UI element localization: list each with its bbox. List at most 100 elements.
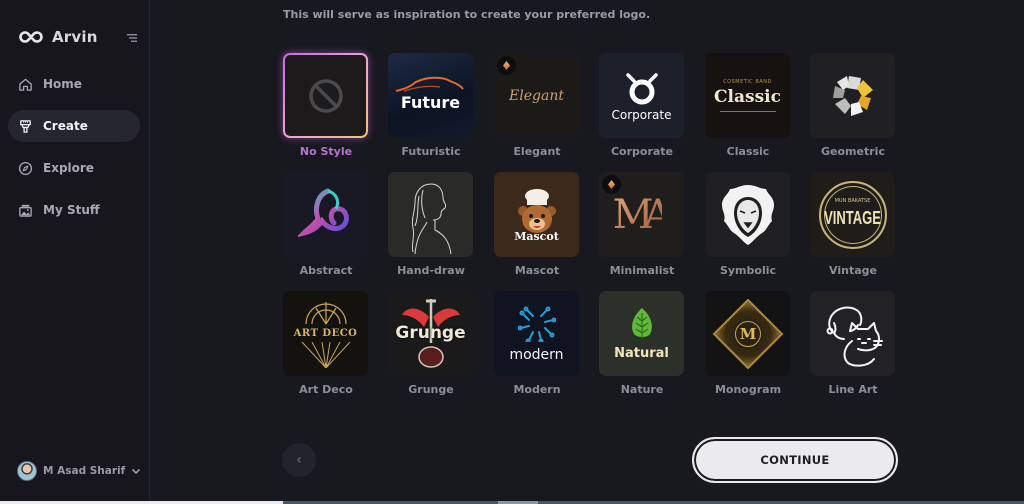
dog-cat-line-icon: [826, 306, 883, 367]
sidebar-item-my-stuff[interactable]: My Stuff: [8, 194, 140, 226]
style-option-classic[interactable]: COSMETIC BAND Classic Classic: [705, 53, 791, 158]
style-label: Futuristic: [401, 145, 461, 158]
style-label: Line Art: [828, 383, 878, 396]
style-preview: [810, 53, 895, 138]
page-subtitle: This will serve as inspiration to create…: [283, 8, 651, 21]
leaf-icon: [631, 308, 652, 339]
style-option-line-art[interactable]: Line Art: [810, 291, 896, 396]
style-label: Elegant: [513, 145, 561, 158]
main-content: This will serve as inspiration to create…: [151, 0, 1024, 504]
style-label: Vintage: [829, 264, 877, 277]
style-option-art-deco[interactable]: ART DECO Art Deco: [283, 291, 369, 396]
style-preview: [388, 172, 473, 257]
app-name: Arvin: [52, 28, 98, 46]
avatar: [17, 461, 37, 481]
car-outline-icon: [395, 76, 464, 92]
style-preview-text: Grunge: [395, 323, 466, 343]
sidebar-item-create[interactable]: Create: [8, 110, 140, 142]
continue-button[interactable]: CONTINUE: [692, 437, 898, 483]
image-folder-icon: [19, 204, 32, 217]
style-preview: [705, 172, 790, 257]
style-preview: Corporate: [599, 53, 684, 138]
circuit-ring-icon: [517, 306, 556, 342]
geometric-flower-icon: [832, 75, 873, 116]
abstract-swirl-icon: [297, 188, 349, 237]
style-preview-subtext: MUN BAKATSE: [834, 198, 871, 204]
ring-logo-icon: [625, 72, 658, 104]
ornament-divider: [719, 111, 776, 112]
back-button[interactable]: ‹: [282, 443, 316, 477]
style-preview: Elegant: [494, 53, 579, 138]
style-option-nature[interactable]: Natural Nature: [599, 291, 685, 396]
style-option-elegant[interactable]: Elegant Elegant: [494, 53, 580, 158]
style-label: Modern: [513, 383, 561, 396]
style-preview: modern: [494, 291, 579, 376]
chevron-left-icon: ‹: [296, 452, 302, 468]
app-root: Arvin Home Create Explore My Stuff M Asa…: [0, 0, 1024, 504]
style-preview: COSMETIC BAND Classic: [705, 53, 790, 138]
vintage-badge: MUN BAKATSE VINTAGE: [818, 180, 887, 249]
sidebar-item-home[interactable]: Home: [8, 68, 140, 100]
style-preview-text: Classic: [714, 87, 781, 107]
style-option-geometric[interactable]: Geometric: [810, 53, 896, 158]
brush-icon: [20, 119, 31, 133]
style-preview-text: modern: [509, 346, 564, 363]
style-label: Geometric: [821, 145, 885, 158]
style-preview: ART DECO: [283, 291, 368, 376]
style-label: Grunge: [408, 383, 454, 396]
style-preview-text: M: [739, 324, 756, 343]
style-preview-subtext: COSMETIC BAND: [723, 79, 772, 85]
style-preview-text: VINTAGE: [824, 207, 881, 228]
line-portrait-icon: [411, 183, 451, 254]
style-label: Symbolic: [719, 264, 777, 277]
style-preview-text: Corporate: [611, 107, 672, 122]
sidebar-item-label: My Stuff: [43, 203, 100, 217]
style-option-futuristic[interactable]: Future Futuristic: [388, 53, 474, 158]
style-option-abstract[interactable]: Abstract: [283, 172, 369, 277]
art-deco-rays-icon: [301, 341, 350, 368]
style-label: Classic: [726, 145, 770, 158]
sidebar-collapse-icon[interactable]: [126, 32, 138, 44]
style-label: Abstract: [299, 264, 353, 277]
user-name: M Asad Sharif: [43, 465, 126, 477]
sidebar-item-label: Create: [43, 119, 88, 133]
style-preview: [283, 172, 368, 257]
style-option-monogram[interactable]: M Monogram: [705, 291, 791, 396]
style-option-hand-draw[interactable]: Hand-draw: [388, 172, 474, 277]
style-label: Art Deco: [299, 383, 353, 396]
style-preview: M: [705, 291, 790, 376]
style-option-vintage[interactable]: MUN BAKATSE VINTAGE Vintage: [810, 172, 896, 277]
style-option-corporate[interactable]: Corporate Corporate: [599, 53, 685, 158]
sidebar-item-explore[interactable]: Explore: [8, 152, 140, 184]
style-option-minimalist[interactable]: MA Minimalist: [599, 172, 685, 277]
home-icon: [19, 78, 32, 91]
style-label: Mascot: [514, 264, 560, 277]
style-option-mascot[interactable]: Mascot Mascot: [494, 172, 580, 277]
style-preview: MA: [599, 172, 684, 257]
style-preview: Grunge: [388, 291, 473, 376]
sidebar: Arvin Home Create Explore My Stuff M Asa…: [0, 0, 150, 504]
style-option-modern[interactable]: modern Modern: [494, 291, 580, 396]
style-preview: [810, 291, 895, 376]
sidebar-nav: Home Create Explore My Stuff: [8, 68, 140, 236]
style-preview: [283, 53, 368, 138]
compass-icon: [18, 161, 33, 175]
style-option-grunge[interactable]: Grunge Grunge: [388, 291, 474, 396]
style-option-symbolic[interactable]: Symbolic: [705, 172, 791, 277]
style-label: Corporate: [610, 145, 674, 158]
style-option-no-style[interactable]: No Style: [283, 53, 369, 158]
style-preview: Mascot: [494, 172, 579, 257]
style-preview-text: Elegant: [509, 87, 564, 104]
style-label: Monogram: [714, 383, 782, 396]
user-menu[interactable]: M Asad Sharif: [17, 461, 141, 481]
art-deco-fan-icon: [304, 301, 347, 324]
ban-icon: [308, 78, 343, 113]
style-preview-text: Future: [400, 92, 461, 112]
chevron-down-icon: [132, 468, 141, 475]
style-preview-text: ART DECO: [293, 327, 358, 339]
style-preview-text: MA: [612, 191, 673, 238]
style-preview: Future: [388, 53, 473, 138]
style-label: No Style: [299, 145, 353, 158]
premium-badge-icon: [497, 56, 516, 75]
brand-logo[interactable]: Arvin: [18, 28, 98, 46]
